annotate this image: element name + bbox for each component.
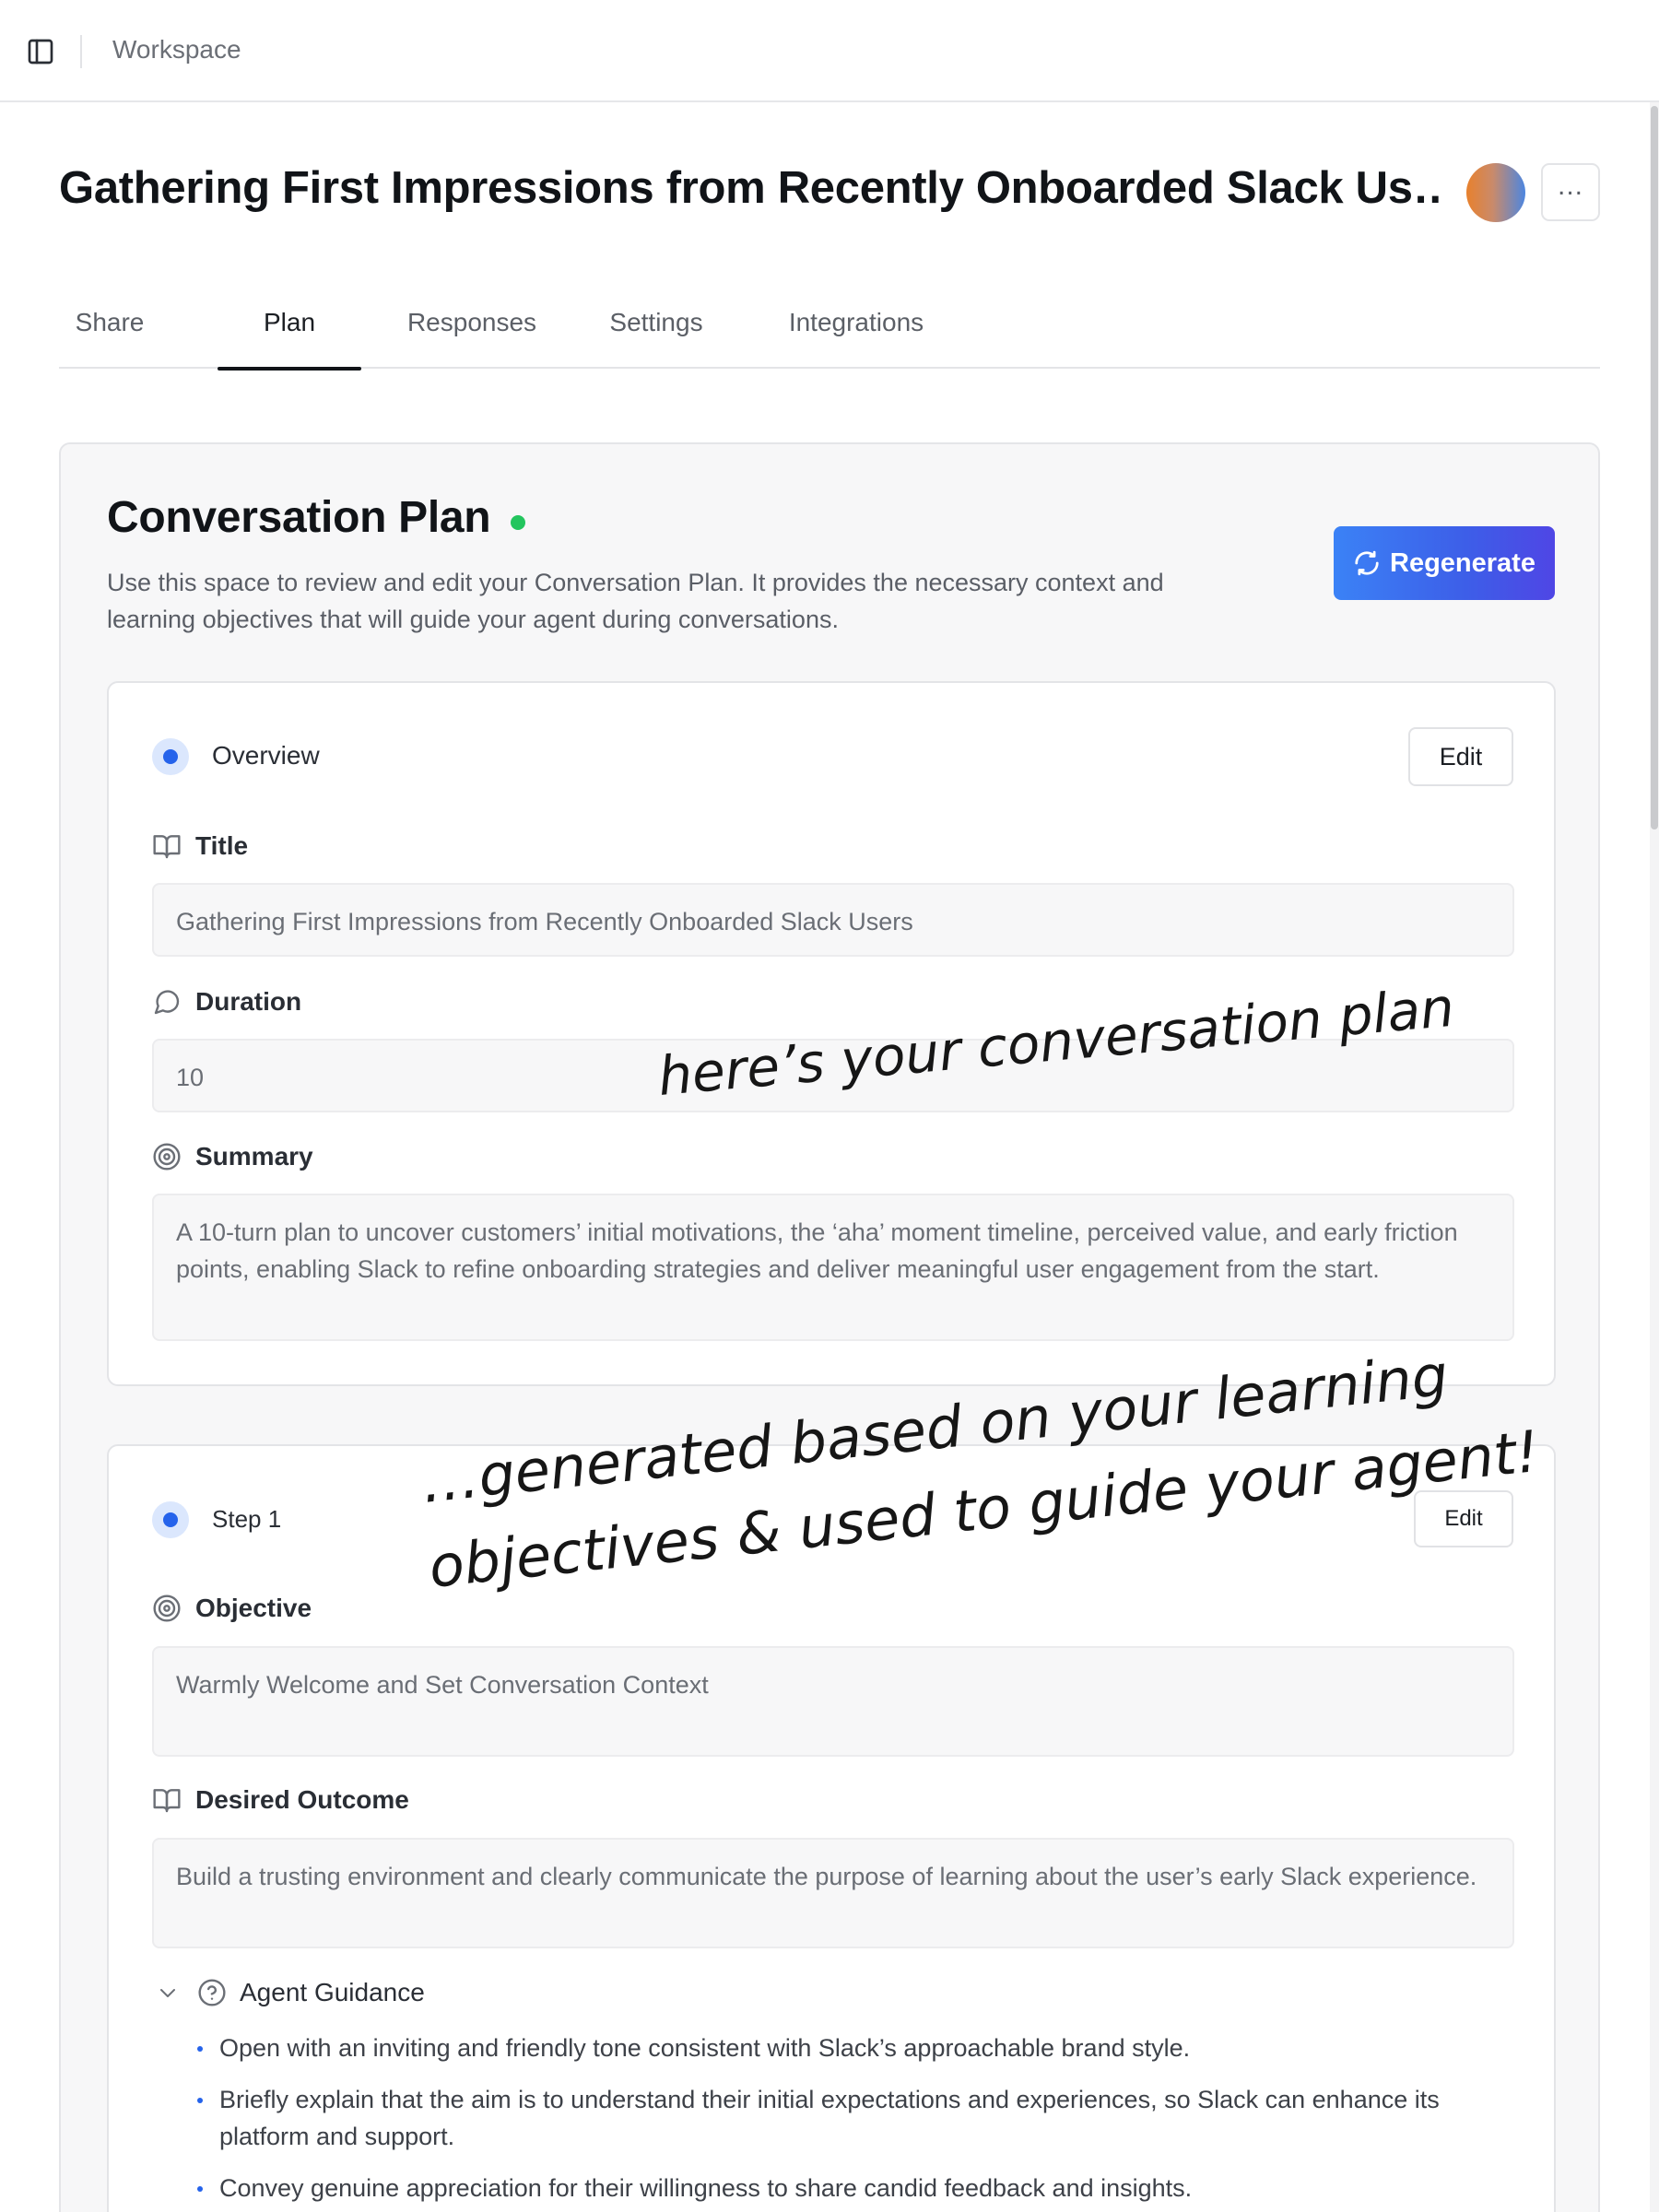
help-circle-icon	[198, 1979, 226, 2006]
overview-label: Overview	[212, 741, 320, 770]
more-horizontal-icon: ...	[1557, 170, 1583, 201]
book-icon	[153, 835, 181, 859]
plan-description: Use this space to review and edit your C…	[107, 569, 1164, 633]
tab-responses[interactable]: Responses	[398, 295, 546, 369]
breadcrumb-workspace[interactable]: Workspace	[112, 35, 241, 65]
tab-integrations[interactable]: Integrations	[769, 295, 944, 369]
target-icon	[153, 1594, 181, 1622]
step-1-section: Step 1 Edit Objective Warmly Welcome and…	[107, 1444, 1556, 2212]
agent-guidance-label[interactable]: Agent Guidance	[240, 1978, 425, 2007]
regenerate-button[interactable]: Regenerate	[1334, 526, 1555, 600]
overview-section: Overview Edit Title Gathering First Impr…	[107, 681, 1556, 1386]
overview-edit-button[interactable]: Edit	[1408, 727, 1513, 786]
title-label: Title	[195, 831, 249, 860]
page-title: Gathering First Impressions from Recentl…	[59, 163, 1441, 213]
objective-label: Objective	[195, 1594, 312, 1622]
section-indicator	[152, 738, 189, 775]
target-icon	[153, 1143, 181, 1171]
message-circle-icon	[154, 990, 180, 1015]
refresh-icon	[1355, 550, 1379, 576]
step-1-edit-button[interactable]: Edit	[1414, 1490, 1513, 1547]
summary-field[interactable]: A 10-turn plan to uncover customers’ ini…	[152, 1194, 1514, 1341]
tab-plan[interactable]: Plan	[218, 295, 361, 371]
summary-label: Summary	[195, 1142, 313, 1171]
agent-guidance-list: Open with an inviting and friendly tone …	[195, 2030, 1513, 2212]
duration-field[interactable]: 10	[152, 1039, 1514, 1112]
objective-field[interactable]: Warmly Welcome and Set Conversation Cont…	[152, 1646, 1514, 1757]
chevron-down-icon[interactable]	[157, 1982, 179, 2004]
avatar[interactable]	[1466, 163, 1525, 222]
topbar-divider	[80, 35, 82, 68]
conversation-plan-card: Conversation Plan Use this space to revi…	[59, 442, 1600, 2212]
section-indicator	[152, 1501, 189, 1538]
tab-settings[interactable]: Settings	[599, 295, 713, 369]
desired-outcome-label: Desired Outcome	[195, 1785, 409, 1814]
list-item: Open with an inviting and friendly tone …	[195, 2030, 1513, 2066]
tab-bar: Share Plan Responses Settings Integratio…	[59, 295, 1600, 371]
sidebar-toggle-icon[interactable]	[26, 37, 55, 66]
tab-share[interactable]: Share	[59, 295, 160, 369]
status-indicator	[511, 515, 525, 530]
regenerate-label: Regenerate	[1390, 547, 1535, 578]
list-item: Convey genuine appreciation for their wi…	[195, 2170, 1513, 2206]
duration-label: Duration	[195, 987, 302, 1016]
list-item: Briefly explain that the aim is to under…	[195, 2081, 1513, 2155]
desired-outcome-field[interactable]: Build a trusting environment and clearly…	[152, 1838, 1514, 1948]
book-icon	[153, 1789, 181, 1813]
scrollbar-thumb[interactable]	[1651, 106, 1658, 830]
title-field[interactable]: Gathering First Impressions from Recentl…	[152, 883, 1514, 957]
plan-heading: Conversation Plan	[107, 493, 491, 542]
top-bar: Workspace	[0, 0, 1659, 102]
more-options-button[interactable]: ...	[1541, 163, 1600, 221]
step-1-label: Step 1	[212, 1505, 282, 1533]
